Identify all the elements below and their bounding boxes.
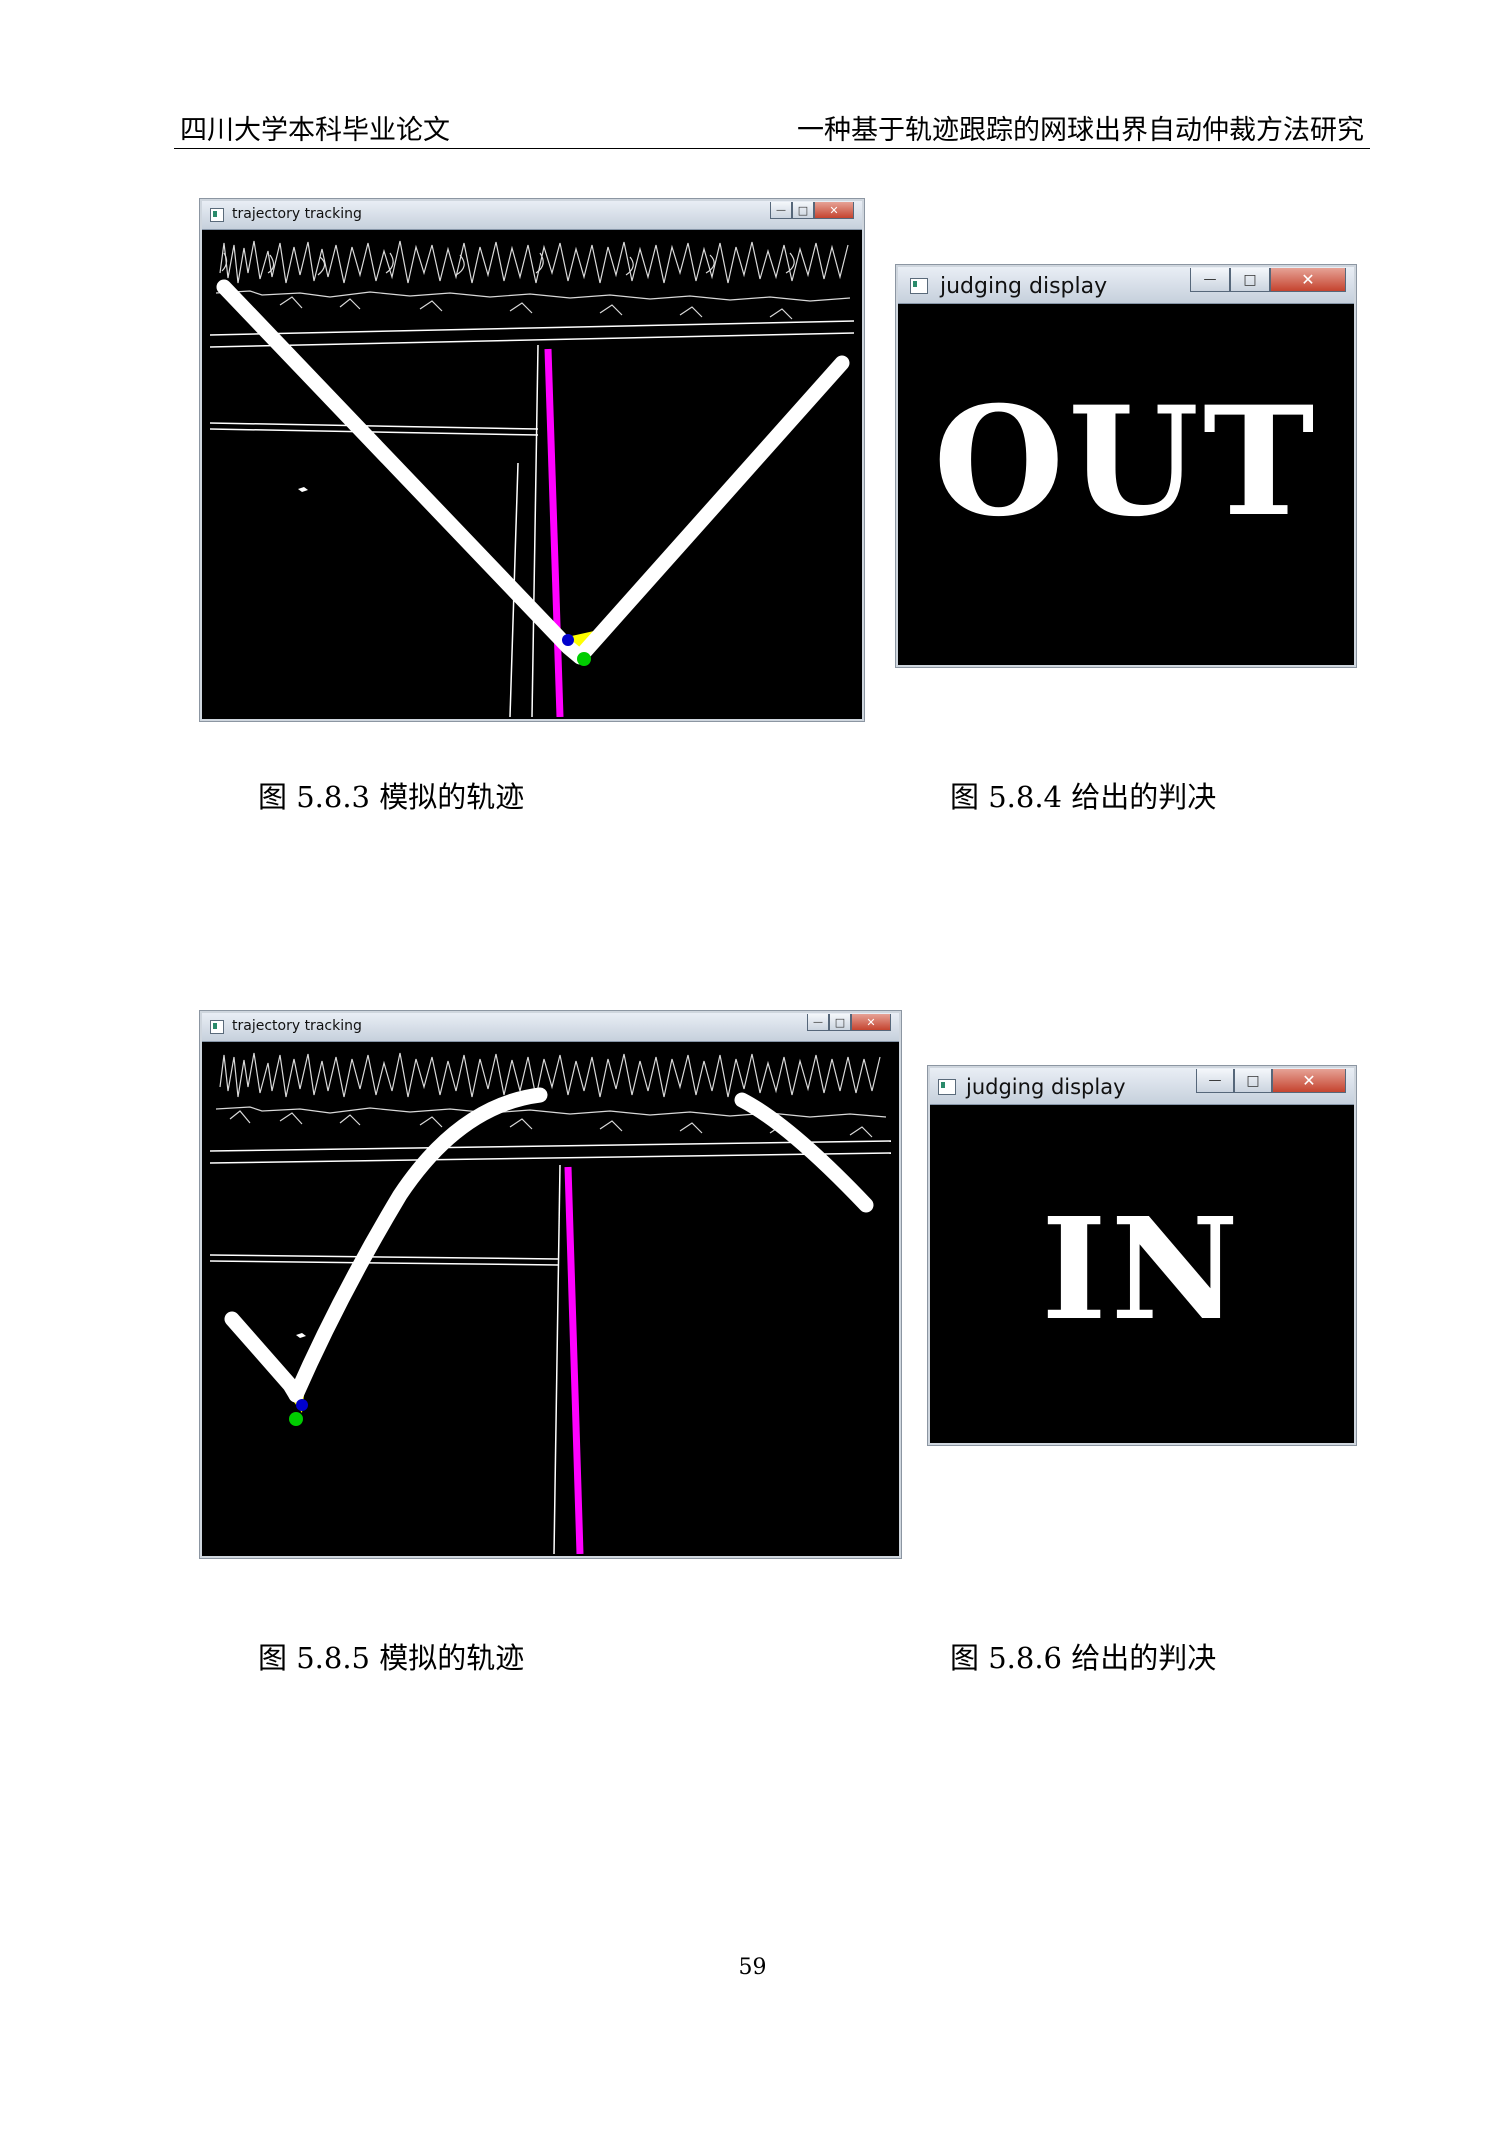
page-header: 四川大学本科毕业论文 一种基于轨迹跟踪的网球出界自动仲裁方法研究 [174, 108, 1370, 149]
service-line-magenta [544, 348, 564, 717]
noise-blob [296, 1333, 306, 1338]
minimize-button[interactable]: — [1196, 1069, 1234, 1093]
window-title: judging display [940, 274, 1108, 299]
ball-trajectory-bounce [224, 1311, 304, 1403]
window-title: trajectory tracking [232, 1018, 362, 1034]
video-view [210, 233, 854, 717]
ball-trajectory [216, 279, 850, 665]
title-bar[interactable]: judging display — □ ✕ [898, 267, 1354, 304]
bounce-marker-green [577, 652, 591, 666]
minimize-button[interactable]: — [770, 202, 792, 219]
close-button[interactable]: ✕ [1270, 268, 1346, 292]
close-button[interactable]: ✕ [851, 1014, 891, 1031]
window-title: judging display [966, 1075, 1126, 1099]
maximize-button[interactable]: □ [1234, 1069, 1272, 1093]
app-icon [210, 1020, 224, 1034]
bounce-marker-blue [296, 1399, 308, 1411]
judging-window-1: judging display — □ ✕ OUT [898, 267, 1354, 665]
ball-trajectory-tail [734, 1092, 874, 1213]
bounce-marker-green [289, 1412, 303, 1426]
figure-caption-5-8-5: 图 5.8.5 模拟的轨迹 [258, 1641, 525, 1675]
figure-caption-5-8-6: 图 5.8.6 给出的判决 [950, 1641, 1217, 1675]
header-right: 一种基于轨迹跟踪的网球出界自动仲裁方法研究 [797, 115, 1364, 146]
edge-texture [215, 240, 851, 320]
header-left: 四川大学本科毕业论文 [180, 115, 450, 146]
title-bar[interactable]: trajectory tracking — □ ✕ [202, 1013, 899, 1042]
trajectory-canvas [210, 240, 854, 717]
title-bar[interactable]: judging display — □ ✕ [930, 1068, 1354, 1105]
verdict-view: OUT [906, 307, 1346, 663]
trajectory-canvas [210, 1052, 891, 1554]
noise-blob [298, 487, 308, 492]
title-bar[interactable]: trajectory tracking — □ ✕ [202, 201, 862, 230]
verdict-view: IN [938, 1108, 1346, 1441]
figure-caption-5-8-4: 图 5.8.4 给出的判决 [950, 780, 1217, 814]
trajectory-window-1: trajectory tracking — □ ✕ [202, 201, 862, 719]
app-icon [210, 208, 224, 222]
app-icon [938, 1079, 956, 1095]
trajectory-window-2: trajectory tracking — □ ✕ [202, 1013, 899, 1556]
close-button[interactable]: ✕ [1272, 1069, 1346, 1093]
maximize-button[interactable]: □ [829, 1014, 851, 1031]
maximize-button[interactable]: □ [792, 202, 814, 219]
app-icon [910, 278, 928, 294]
maximize-button[interactable]: □ [1230, 268, 1270, 292]
video-view [210, 1045, 891, 1554]
verdict-text: IN [1041, 1188, 1243, 1352]
judging-window-2: judging display — □ ✕ IN [930, 1068, 1354, 1443]
service-line-magenta [564, 1166, 584, 1554]
verdict-text: OUT [933, 374, 1319, 550]
window-title: trajectory tracking [232, 206, 362, 222]
figure-caption-5-8-3: 图 5.8.3 模拟的轨迹 [258, 780, 525, 814]
bounce-marker-blue [562, 634, 574, 646]
minimize-button[interactable]: — [807, 1014, 829, 1031]
page-number: 59 [738, 1955, 767, 1980]
ball-trajectory-arc [288, 1087, 548, 1403]
close-button[interactable]: ✕ [814, 202, 854, 219]
minimize-button[interactable]: — [1190, 268, 1230, 292]
